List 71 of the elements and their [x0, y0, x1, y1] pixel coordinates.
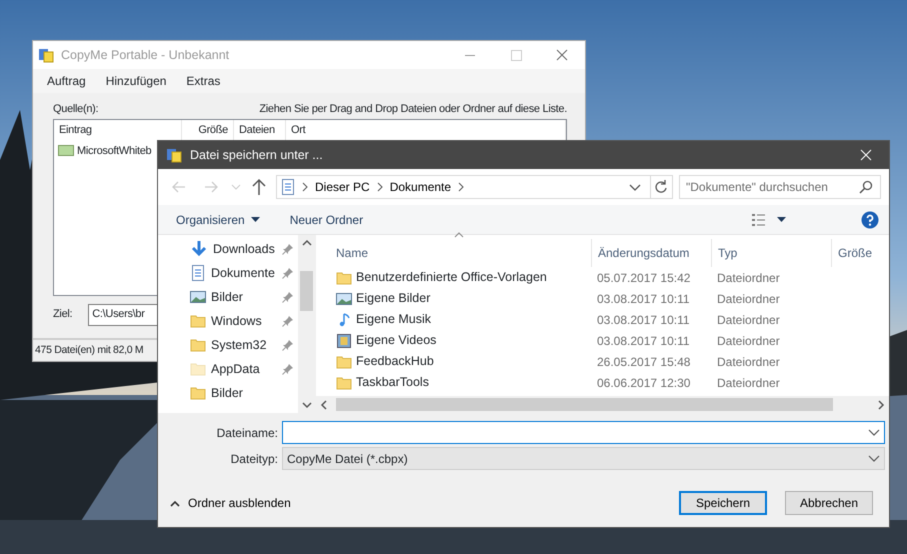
file-name[interactable]: TaskbarTools	[356, 373, 429, 392]
chevron-icon	[376, 182, 384, 192]
dropdown-icon	[868, 454, 880, 462]
column-header[interactable]: Name	[316, 239, 591, 267]
app-icon	[166, 147, 182, 163]
file-date: 03.08.2017 10:11	[596, 290, 691, 308]
breadcrumb-item[interactable]: Dieser PC	[315, 178, 370, 196]
caret-icon	[250, 217, 260, 222]
hide-folders-button[interactable]: Ordner ausblenden	[170, 494, 291, 512]
entry-icon	[58, 145, 74, 156]
folder-icon	[336, 270, 352, 286]
file-date: 03.08.2017 10:11	[596, 312, 691, 328]
address-bar[interactable]: Dieser PC Dokumente	[276, 175, 673, 199]
breadcrumb-item[interactable]: Dokumente	[390, 178, 452, 196]
menu-item[interactable]: Hinzufügen	[96, 72, 176, 90]
search-icon	[859, 180, 873, 194]
nav-item[interactable]: Downloads	[213, 240, 277, 258]
scrollbar[interactable]	[298, 235, 315, 413]
file-date: 05.07.2017 15:42	[596, 270, 692, 286]
target-label: Ziel:	[53, 307, 72, 322]
sources-label: Quelle(n):	[53, 102, 98, 117]
filename-field[interactable]	[282, 421, 885, 444]
file-type: Dateiordner	[716, 374, 781, 392]
film-icon	[336, 332, 352, 348]
file-date: 26.05.2017 15:48	[596, 354, 692, 370]
dialog-title: Datei speichern unter ...	[190, 146, 323, 164]
scrollbar[interactable]	[316, 396, 889, 413]
column-header[interactable]: Änderungsdatum	[591, 239, 711, 267]
drop-hint: Ziehen Sie per Drag and Drop Dateien oder Ordner auf diese Liste.	[259, 102, 567, 117]
column-header[interactable]: Typ	[711, 239, 831, 267]
file-type: Dateiordner	[716, 332, 781, 350]
scroll-thumb[interactable]	[336, 398, 833, 411]
menu-item[interactable]: Extras	[176, 72, 230, 90]
toolbar-button[interactable]: Neuer Ordner	[290, 210, 364, 228]
dropdown-icon[interactable]	[868, 428, 880, 436]
toolbar-button[interactable]: Organisieren	[176, 210, 260, 228]
file-type: Dateiordner	[716, 312, 781, 328]
nav-item[interactable]: Bilder	[211, 288, 277, 306]
save-button[interactable]: Speichern	[679, 491, 767, 515]
help-button[interactable]	[861, 210, 879, 228]
file-date: 03.08.2017 10:11	[596, 332, 691, 350]
nav-item[interactable]: Windows	[211, 312, 277, 330]
chevron-icon	[301, 182, 309, 192]
file-type: Dateiordner	[716, 270, 781, 286]
scroll-thumb[interactable]	[300, 271, 313, 311]
sort-indicator-icon	[454, 232, 464, 238]
file-date: 06.06.2017 12:30	[596, 374, 692, 392]
list-entry[interactable]: MicrosoftWhiteb	[77, 142, 152, 159]
picture-icon	[336, 290, 352, 306]
file-name[interactable]: Eigene Bilder	[356, 289, 430, 308]
filetype-select[interactable]: CopyMe Datei (*.cbpx)	[282, 447, 885, 470]
file-name[interactable]: Benutzerdefinierte Office-Vorlagen	[356, 268, 547, 287]
app-icon	[38, 47, 54, 63]
file-name[interactable]: Eigene Musik	[356, 310, 432, 329]
file-type: Dateiordner	[716, 354, 781, 370]
nav-item[interactable]: Dokumente	[211, 264, 277, 282]
nav-item[interactable]: Bilder	[211, 384, 298, 402]
chevron-up-icon	[170, 500, 180, 506]
folder-icon	[336, 354, 352, 370]
nav-item[interactable]: AppData	[211, 360, 277, 378]
filename-label: Dateiname:	[216, 424, 278, 442]
document-icon	[281, 179, 295, 195]
folder-icon	[336, 374, 352, 390]
window-title: CopyMe Portable - Unbekannt	[61, 46, 230, 64]
chevron-icon	[457, 182, 466, 192]
menu-item[interactable]: Auftrag	[37, 72, 96, 90]
filetype-label: Dateityp:	[230, 450, 278, 468]
column-header[interactable]: Größe	[831, 239, 889, 267]
cancel-button[interactable]: Abbrechen	[785, 491, 873, 515]
file-type: Dateiordner	[716, 290, 781, 308]
search-field[interactable]: "Dokumente" durchsuchen	[679, 175, 881, 199]
